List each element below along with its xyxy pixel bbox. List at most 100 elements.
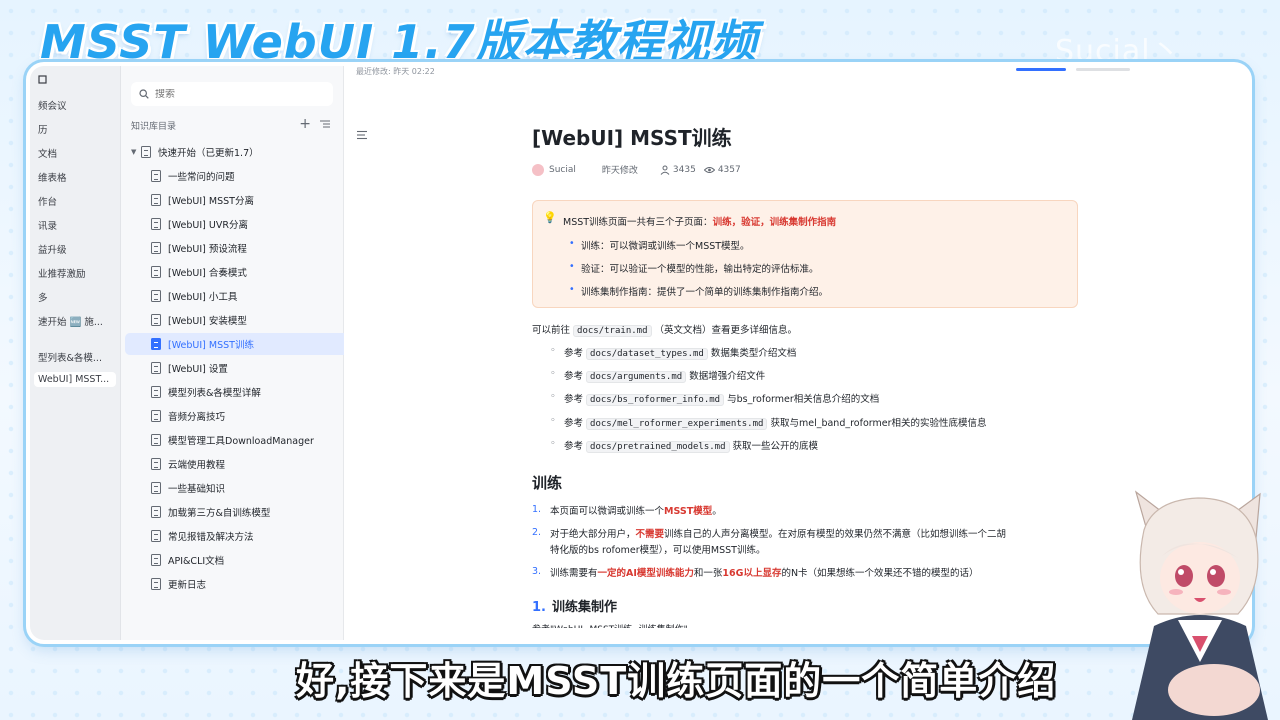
app-nav-item[interactable]: 益升级 — [38, 242, 120, 256]
tree-item[interactable]: 一些基础知识 — [125, 477, 361, 499]
app-nav-item[interactable]: 文档 — [38, 146, 120, 160]
tree-item[interactable]: 加载第三方&自训练模型 — [125, 501, 361, 523]
tree-item-label: 模型列表&各模型详解 — [168, 388, 261, 399]
tree-item[interactable]: 一些常问的问题 — [125, 165, 361, 187]
tree-item-label: [WebUI] 设置 — [168, 364, 228, 375]
character-illustration — [1132, 490, 1268, 720]
tree-item-label: [WebUI] UVR分离 — [168, 220, 248, 231]
tree-item[interactable]: [WebUI] 预设流程 — [125, 237, 361, 259]
tree-item-active[interactable]: [WebUI] MSST训练 — [125, 333, 361, 355]
eye-icon — [703, 166, 715, 173]
tree-item[interactable]: [WebUI] 合奏模式 — [125, 261, 361, 283]
document-icon — [151, 314, 161, 326]
cut-off-text: 参考"WebUI--MSST训练--训练集制作" — [532, 622, 688, 628]
ref-item: 参考 docs/dataset_types.md 数据集类型介绍文档 — [550, 345, 796, 360]
inline-code: docs/dataset_types.md — [586, 348, 708, 360]
tree-item-label: 一些基础知识 — [168, 484, 226, 495]
ref-item: 参考 docs/pretrained_models.md 获取一些公开的底模 — [550, 438, 818, 453]
app-nav-item[interactable]: 业推荐激励 — [38, 266, 120, 280]
tree-item[interactable]: 更新日志 — [125, 573, 361, 595]
tree-item-label: API&CLI文档 — [168, 556, 225, 567]
tree-item-label: 云端使用教程 — [168, 460, 226, 471]
tree-item-label: [WebUI] 安装模型 — [168, 316, 247, 327]
callout-box: 💡 MSST训练页面一共有三个子页面：训练，验证，训练集制作指南 训练：可以微调… — [532, 200, 1078, 308]
subsection-title: 训练集制作 — [551, 600, 617, 615]
doc-content: 最近修改: 昨天 02:22 [WebUI] MSST训练 Sucial 昨天修… — [344, 66, 1248, 640]
document-icon — [151, 170, 161, 182]
app-nav-item-active[interactable]: WebUI] MSST... — [34, 372, 116, 387]
tree-item[interactable]: 音频分离技巧 — [125, 405, 361, 427]
intro-prefix: 可以前往 — [532, 325, 571, 336]
tree-item[interactable]: 常见报错及解决方法 — [125, 525, 361, 547]
list-text: 。 — [712, 506, 722, 517]
tree-item[interactable]: 云端使用教程 — [125, 453, 361, 475]
inline-code: docs/arguments.md — [586, 371, 687, 383]
app-nav-item[interactable]: 多 — [38, 290, 120, 304]
tree-item[interactable]: [WebUI] UVR分离 — [125, 213, 361, 235]
video-subtitle: 好,接下来是MSST训练页面的一个简单介绍 — [296, 659, 1057, 703]
tree-item[interactable]: 模型管理工具DownloadManager — [125, 429, 361, 451]
app-nav-item[interactable]: 型列表&各模... — [38, 350, 120, 364]
tree-item-label: [WebUI] 合奏模式 — [168, 268, 247, 279]
document-icon — [151, 362, 161, 374]
doc-title: [WebUI] MSST训练 — [532, 126, 732, 150]
inline-code: docs/train.md — [573, 325, 652, 337]
search-box[interactable] — [131, 82, 333, 106]
share-button[interactable] — [1016, 68, 1066, 71]
callout-lead-text: MSST训练页面一共有三个子页面： — [563, 217, 713, 228]
app-nav-item[interactable]: 频会议 — [38, 98, 120, 112]
list-number: 1. — [532, 504, 542, 515]
document-icon — [151, 434, 161, 446]
subsection-number: 1. — [532, 600, 546, 615]
more-button[interactable] — [1076, 68, 1130, 71]
tree-item[interactable]: [WebUI] 设置 — [125, 357, 361, 379]
screen-frame: 频会议 历 文档 维表格 作台 讯录 益升级 业推荐激励 多 速开始 🆕 施..… — [26, 62, 1252, 644]
list-item: 训练需要有一定的AI模型训练能力和一张16G以上显存的N卡（如果想练一个效果还不… — [550, 566, 979, 582]
document-icon — [151, 530, 161, 542]
tree-item-label: 快速开始（已更新1.7） — [158, 148, 259, 159]
list-highlight: 16G以上显存 — [722, 568, 782, 579]
author-name[interactable]: Sucial — [549, 165, 576, 175]
list-highlight: 一定的AI模型训练能力 — [597, 568, 694, 579]
ref-item: 参考 docs/mel_roformer_experiments.md 获取与m… — [550, 415, 987, 430]
app-nav-top-icon[interactable] — [38, 74, 120, 87]
tree-item[interactable]: [WebUI] 安装模型 — [125, 309, 361, 331]
document-icon — [151, 410, 161, 422]
document-icon — [151, 290, 161, 302]
app-nav-item[interactable]: 作台 — [38, 194, 120, 208]
subsection-heading: 1. 训练集制作 — [532, 596, 617, 615]
inline-code: docs/mel_roformer_experiments.md — [586, 418, 768, 430]
tree-item[interactable]: API&CLI文档 — [125, 549, 361, 571]
intro-paragraph: 可以前往 docs/train.md （英文文档）查看更多详细信息。 — [532, 322, 798, 337]
document-icon — [151, 506, 161, 518]
tree-options-icon[interactable] — [319, 119, 331, 129]
last-modified-line: 最近修改: 昨天 02:22 — [356, 67, 435, 76]
inline-code: docs/bs_roformer_info.md — [586, 394, 725, 406]
document-icon — [151, 386, 161, 398]
document-icon — [151, 458, 161, 470]
inline-code: docs/pretrained_models.md — [586, 441, 730, 453]
callout-lead-highlight: 训练，验证，训练集制作指南 — [712, 217, 837, 228]
tree-item-quickstart[interactable]: ▼ 快速开始（已更新1.7） — [125, 141, 335, 163]
tree-item[interactable]: [WebUI] 小工具 — [125, 285, 361, 307]
list-text: 的N卡（如果想练一个效果还不错的模型的话） — [781, 568, 979, 579]
app-nav-item[interactable]: 速开始 🆕 施... — [38, 314, 120, 328]
avatar[interactable] — [532, 163, 544, 176]
document-icon — [151, 242, 161, 254]
app-nav-item[interactable]: 历 — [38, 122, 120, 136]
document-icon — [151, 218, 161, 230]
tree-item[interactable]: [WebUI] MSST分离 — [125, 189, 361, 211]
ref-item: 参考 docs/arguments.md 数据增强介绍文件 — [550, 368, 765, 383]
add-icon[interactable]: + — [299, 116, 311, 132]
document-icon — [141, 146, 151, 158]
search-input[interactable] — [155, 88, 315, 100]
app-nav: 频会议 历 文档 维表格 作台 讯录 益升级 业推荐激励 多 速开始 🆕 施..… — [30, 66, 121, 640]
app-nav-item[interactable]: 讯录 — [38, 218, 120, 232]
app-nav-item[interactable]: 维表格 — [38, 170, 120, 184]
intro-suffix: （英文文档）查看更多详细信息。 — [654, 325, 798, 336]
toc-icon[interactable] — [356, 130, 368, 140]
document-icon — [151, 578, 161, 590]
tree-item-label: 音频分离技巧 — [168, 412, 226, 423]
chevron-down-icon[interactable]: ▼ — [131, 148, 141, 156]
tree-item[interactable]: 模型列表&各模型详解 — [125, 381, 361, 403]
